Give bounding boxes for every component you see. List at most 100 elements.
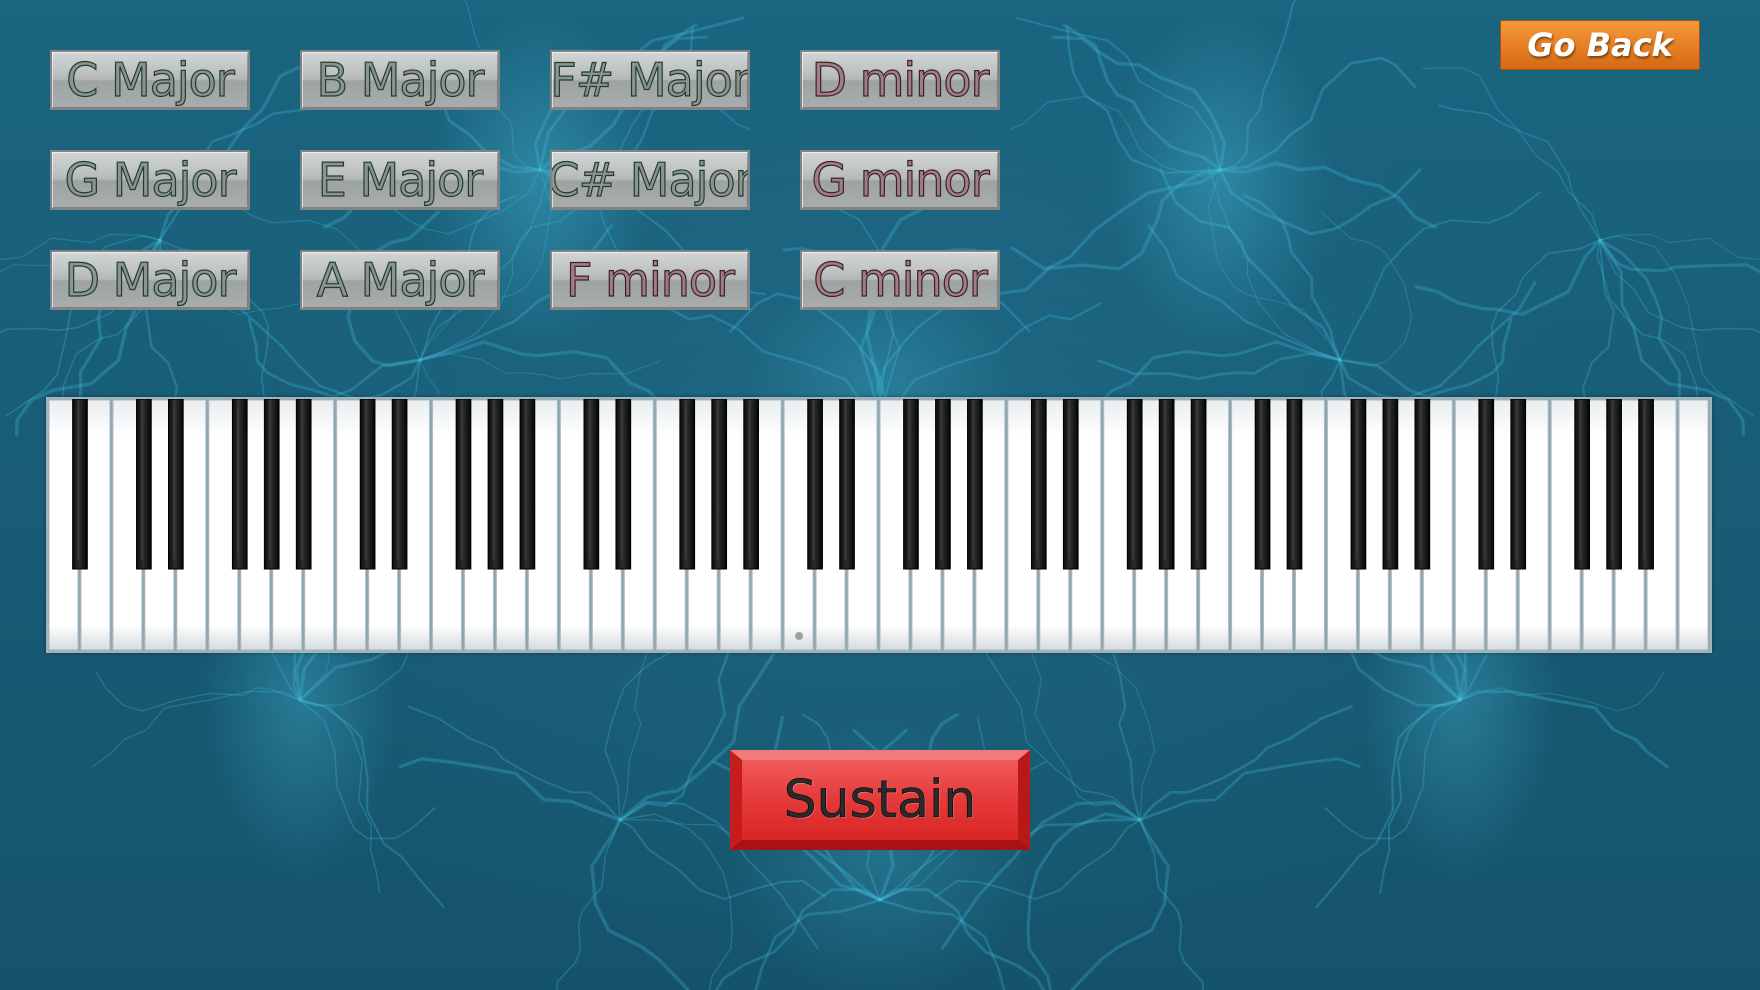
black-key-g-sharp2[interactable] xyxy=(487,399,504,570)
black-key-a-sharp4[interactable] xyxy=(967,399,983,570)
background-vein xyxy=(1243,194,1342,362)
black-key-f-sharp3[interactable] xyxy=(679,399,696,570)
black-key-g-sharp5[interactable] xyxy=(1158,399,1175,570)
background-vein xyxy=(1207,169,1327,340)
black-key-highlight xyxy=(1035,401,1039,559)
black-key-g-sharp3[interactable] xyxy=(711,399,728,570)
black-key-a-sharp6[interactable] xyxy=(1414,399,1431,570)
background-vein xyxy=(1458,689,1669,769)
black-key-f-sharp1[interactable] xyxy=(231,399,248,570)
black-key-a-sharp7[interactable] xyxy=(1638,399,1654,570)
black-key-highlight xyxy=(1131,401,1134,559)
black-key-f-sharp5[interactable] xyxy=(1126,399,1143,570)
background-vein xyxy=(556,819,621,990)
go-back-button[interactable]: Go Back xyxy=(1500,20,1700,70)
black-key-f-sharp4[interactable] xyxy=(903,399,919,570)
black-key-highlight xyxy=(1643,401,1646,559)
black-key-d-sharp4[interactable] xyxy=(839,399,855,570)
black-key-highlight xyxy=(971,401,975,559)
black-key-d-sharp3[interactable] xyxy=(615,399,632,570)
chord-button-c-sharp-major[interactable]: C# Major xyxy=(550,150,750,210)
background-vein xyxy=(1219,0,1298,171)
piano-keyboard xyxy=(46,397,1712,653)
black-key-c-sharp1[interactable] xyxy=(136,399,152,570)
background-vein xyxy=(1159,168,1342,362)
background-vein xyxy=(1066,26,1222,175)
black-key-g-sharp6[interactable] xyxy=(1382,399,1399,570)
background-vein xyxy=(1147,224,1342,362)
background-vein xyxy=(299,699,437,840)
background-vein xyxy=(993,168,1222,296)
chord-button-a-major[interactable]: A Major xyxy=(300,250,500,310)
black-key-f-sharp6[interactable] xyxy=(1350,399,1367,570)
background-vein xyxy=(1097,352,1342,381)
black-key-highlight xyxy=(1483,401,1486,559)
black-key-d-sharp6[interactable] xyxy=(1286,399,1303,570)
black-key-g-sharp7[interactable] xyxy=(1606,399,1622,570)
chord-button-g-major[interactable]: G Major xyxy=(50,150,250,210)
background-vein xyxy=(1051,35,1227,172)
chord-button-f-sharp-major[interactable]: F# Major xyxy=(550,50,750,110)
chord-button-e-major[interactable]: E Major xyxy=(300,150,500,210)
chord-button-b-major[interactable]: B Major xyxy=(300,50,500,110)
black-key-d-sharp1[interactable] xyxy=(167,399,184,570)
background-vein xyxy=(1207,165,1341,361)
background-vein xyxy=(1218,161,1437,229)
background-vein xyxy=(1338,318,1513,399)
background-vein xyxy=(1491,239,1601,409)
background-vein xyxy=(878,898,1006,990)
white-key-c8[interactable] xyxy=(1678,399,1709,651)
black-key-c-sharp7[interactable] xyxy=(1478,399,1495,570)
background-vein xyxy=(1315,698,1462,908)
black-key-a-sharp5[interactable] xyxy=(1190,399,1207,570)
background-vein xyxy=(1139,819,1204,990)
black-key-g-sharp4[interactable] xyxy=(935,399,951,570)
black-key-g-sharp1[interactable] xyxy=(263,399,280,570)
background-vein xyxy=(398,757,622,822)
black-key-a-sharp0[interactable] xyxy=(72,399,88,570)
black-key-d-sharp2[interactable] xyxy=(391,399,408,570)
black-key-highlight xyxy=(236,401,240,559)
black-key-highlight xyxy=(908,401,911,559)
black-key-highlight xyxy=(524,401,527,559)
black-key-highlight xyxy=(748,401,751,559)
black-key-highlight xyxy=(620,401,623,559)
background-vein xyxy=(407,705,621,821)
background-vein xyxy=(1069,818,1170,990)
chord-button-c-minor[interactable]: C minor xyxy=(800,250,1000,310)
chord-button-d-major[interactable]: D Major xyxy=(50,250,250,310)
background-vein xyxy=(1008,96,1221,177)
black-key-highlight xyxy=(1163,401,1166,559)
black-key-a-sharp3[interactable] xyxy=(743,399,759,570)
black-key-f-sharp2[interactable] xyxy=(455,399,472,570)
chord-button-grid: C Major B Major F# Major D minor G Major… xyxy=(50,50,1000,310)
chord-button-g-minor[interactable]: G minor xyxy=(800,150,1000,210)
black-key-a-sharp1[interactable] xyxy=(295,399,312,570)
black-key-d-sharp7[interactable] xyxy=(1510,399,1527,570)
black-key-c-sharp6[interactable] xyxy=(1254,399,1271,570)
background-vein xyxy=(1598,238,1760,274)
chord-button-c-major[interactable]: C Major xyxy=(50,50,250,110)
background-vein xyxy=(1098,340,1342,405)
black-key-c-sharp3[interactable] xyxy=(583,399,600,570)
black-key-d-sharp5[interactable] xyxy=(1062,399,1079,570)
middle-c-marker xyxy=(795,632,804,640)
sustain-button[interactable]: Sustain xyxy=(730,750,1030,850)
black-key-a-sharp2[interactable] xyxy=(519,399,536,570)
black-key-c-sharp2[interactable] xyxy=(359,399,376,570)
black-key-c-sharp5[interactable] xyxy=(1030,399,1047,570)
chord-button-f-minor[interactable]: F minor xyxy=(550,250,750,310)
background-vein xyxy=(418,340,662,405)
black-key-f-sharp7[interactable] xyxy=(1574,399,1591,570)
background-vein xyxy=(1599,239,1760,334)
black-key-highlight xyxy=(1579,401,1582,559)
chord-button-d-minor[interactable]: D minor xyxy=(800,50,1000,110)
black-key-c-sharp4[interactable] xyxy=(807,399,823,570)
background-vein xyxy=(1046,625,1156,821)
black-key-highlight xyxy=(1291,401,1294,559)
black-key-highlight xyxy=(1419,401,1422,559)
background-vein xyxy=(1063,23,1222,172)
background-vein xyxy=(1438,104,1601,241)
background-vein xyxy=(878,887,1046,990)
background-vein xyxy=(1026,812,1142,990)
